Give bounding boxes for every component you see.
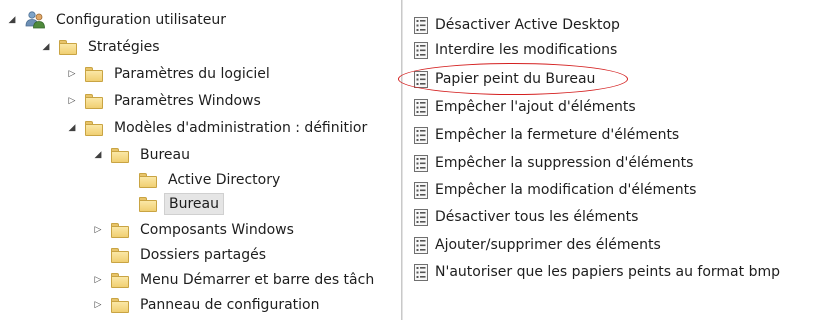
policy-label: Désactiver tous les éléments (435, 209, 639, 225)
folder-icon (138, 172, 158, 188)
expanded-arrow-icon[interactable]: ◢ (66, 116, 78, 140)
folder-icon (138, 196, 158, 212)
tree-node-label: Bureau (140, 147, 190, 163)
policy-setting-icon (414, 181, 428, 199)
collapsed-arrow-icon[interactable]: ▷ (92, 218, 104, 242)
policy-item[interactable]: Empêcher la fermeture d'éléments (414, 123, 680, 147)
tree-node-label: Paramètres Windows (114, 93, 261, 109)
policy-setting-icon (414, 236, 428, 254)
policy-item[interactable]: Empêcher la modification d'éléments (414, 178, 697, 202)
expanded-arrow-icon[interactable]: ◢ (6, 8, 18, 32)
policy-item[interactable]: Désactiver tous les éléments (414, 205, 639, 229)
tree-node-parametres-windows[interactable]: ▷ Paramètres Windows (66, 89, 265, 113)
policy-item[interactable]: Empêcher la suppression d'éléments (414, 151, 694, 175)
expanded-arrow-icon[interactable]: ◢ (40, 35, 52, 59)
tree-node-label: Active Directory (168, 172, 281, 188)
folder-icon (110, 272, 130, 288)
policy-label: Empêcher la suppression d'éléments (435, 155, 694, 171)
folder-icon (84, 120, 104, 136)
folder-icon (110, 222, 130, 238)
tree-node-label: Modèles d'administration : définitior (114, 120, 368, 136)
folder-icon (58, 39, 78, 55)
policy-label: N'autoriser que les papiers peints au fo… (435, 264, 780, 280)
tree-node-modeles-administration[interactable]: ◢ Modèles d'administration : définitior (66, 116, 371, 140)
policy-setting-icon (414, 263, 428, 281)
folder-icon (110, 297, 130, 313)
tree-node-bureau-selected[interactable]: Bureau (120, 192, 224, 216)
policy-setting-icon (414, 41, 428, 59)
users-icon (25, 11, 45, 29)
policy-setting-icon (414, 70, 428, 88)
policy-setting-icon (414, 154, 428, 172)
tree-node-label: Bureau (164, 193, 224, 215)
policy-item[interactable]: Ajouter/supprimer des éléments (414, 233, 662, 257)
policy-item-papier-peint[interactable]: Papier peint du Bureau (414, 67, 596, 91)
tree-node-strategies[interactable]: ◢ Stratégies (40, 35, 164, 59)
policy-label: Désactiver Active Desktop (435, 17, 620, 33)
folder-icon (110, 247, 130, 263)
tree-node-active-directory[interactable]: Active Directory (120, 168, 284, 192)
policy-item[interactable]: Désactiver Active Desktop (414, 13, 621, 37)
policy-list-pane: Désactiver Active Desktop Interdire les … (403, 0, 815, 320)
policy-item[interactable]: Empêcher l'ajout d'éléments (414, 95, 637, 119)
policy-label: Papier peint du Bureau (435, 71, 596, 87)
tree-node-configuration-utilisateur[interactable]: ◢ Configuration utilisateur (6, 8, 230, 32)
policy-label: Empêcher la fermeture d'éléments (435, 127, 680, 143)
tree-node-label: Composants Windows (140, 222, 294, 238)
tree-pane: ◢ Configuration utilisateur ◢ Stratégies… (0, 0, 401, 320)
tree-node-dossiers-partages[interactable]: Dossiers partagés (92, 243, 270, 267)
policy-setting-icon (414, 98, 428, 116)
tree-node-panneau-configuration[interactable]: ▷ Panneau de configuration (92, 293, 323, 317)
folder-icon (84, 93, 104, 109)
tree-node-label: Configuration utilisateur (56, 12, 227, 28)
policy-label: Ajouter/supprimer des éléments (435, 237, 661, 253)
tree-node-label: Stratégies (88, 39, 160, 55)
policy-label: Empêcher l'ajout d'éléments (435, 99, 636, 115)
policy-label: Empêcher la modification d'éléments (435, 182, 697, 198)
tree-node-composants-windows[interactable]: ▷ Composants Windows (92, 218, 298, 242)
tree-node-menu-demarrer[interactable]: ▷ Menu Démarrer et barre des tâch (92, 268, 378, 292)
policy-setting-icon (414, 16, 428, 34)
tree-node-parametres-logiciel[interactable]: ▷ Paramètres du logiciel (66, 62, 274, 86)
policy-label: Interdire les modifications (435, 42, 618, 58)
policy-setting-icon (414, 126, 428, 144)
expanded-arrow-icon[interactable]: ◢ (92, 143, 104, 167)
collapsed-arrow-icon[interactable]: ▷ (92, 293, 104, 317)
tree-node-label: Panneau de configuration (140, 297, 320, 313)
policy-setting-icon (414, 208, 428, 226)
tree-node-label: Paramètres du logiciel (114, 66, 270, 82)
collapsed-arrow-icon[interactable]: ▷ (66, 62, 78, 86)
policy-item[interactable]: Interdire les modifications (414, 38, 618, 62)
collapsed-arrow-icon[interactable]: ▷ (66, 89, 78, 113)
tree-node-label: Dossiers partagés (140, 247, 267, 263)
policy-item[interactable]: N'autoriser que les papiers peints au fo… (414, 260, 781, 284)
collapsed-arrow-icon[interactable]: ▷ (92, 268, 104, 292)
tree-node-bureau-parent[interactable]: ◢ Bureau (92, 143, 194, 167)
folder-icon (110, 147, 130, 163)
folder-icon (84, 66, 104, 82)
tree-node-label: Menu Démarrer et barre des tâch (140, 272, 375, 288)
